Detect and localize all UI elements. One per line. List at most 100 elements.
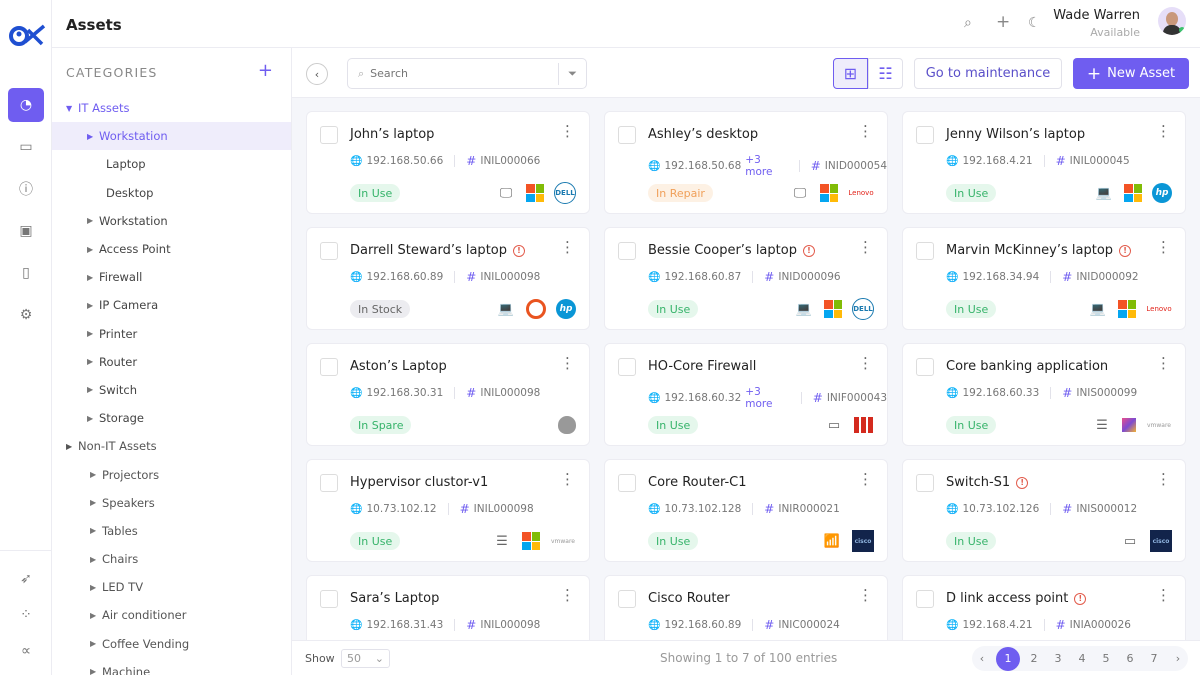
more-options-icon[interactable]: ⋮ xyxy=(858,122,873,140)
add-category-button[interactable]: + xyxy=(258,60,273,81)
category-item[interactable]: ▶ Non-IT Assets xyxy=(52,432,291,460)
asset-card[interactable]: Sara’s Laptop ⋮ 🌐 192.168.31.43 # INIL000098 xyxy=(306,575,590,640)
page-size-select[interactable]: 50 ⌄ xyxy=(341,649,390,668)
asset-card[interactable]: Darrell Steward’s laptop! ⋮ 🌐 192.168.60.89… xyxy=(306,227,590,330)
asset-title[interactable]: Aston’s Laptop xyxy=(350,359,447,374)
category-item[interactable]: ▶ Access Point xyxy=(52,235,291,263)
category-item[interactable]: ▶ Speakers xyxy=(52,489,291,517)
grid-view-button[interactable]: ⊞ xyxy=(833,58,868,89)
category-item[interactable]: ▶ Air conditioner xyxy=(52,601,291,629)
asset-title[interactable]: Darrell Steward’s laptop! xyxy=(350,243,525,258)
category-item[interactable]: ▶ Tables xyxy=(52,517,291,545)
asset-card[interactable]: Switch-S1! ⋮ 🌐 10.73.102.126 # INIS000012 In U… xyxy=(902,459,1186,562)
select-checkbox[interactable] xyxy=(320,474,338,492)
brand-small-icon[interactable]: ∝ xyxy=(8,634,44,668)
select-checkbox[interactable] xyxy=(618,126,636,144)
dashboard-icon[interactable]: ◔ xyxy=(8,88,44,122)
asset-card[interactable]: Ashley’s desktop ⋮ 🌐 192.168.50.68 +3 more # I… xyxy=(604,111,888,214)
select-checkbox[interactable] xyxy=(320,358,338,376)
select-checkbox[interactable] xyxy=(320,126,338,144)
asset-title[interactable]: Bessie Cooper’s laptop! xyxy=(648,243,815,258)
select-checkbox[interactable] xyxy=(916,474,934,492)
prev-page-button[interactable]: ‹ xyxy=(972,646,992,671)
page-button[interactable]: 1 xyxy=(996,646,1020,671)
more-options-icon[interactable]: ⋮ xyxy=(560,238,575,256)
asset-card[interactable]: Aston’s Laptop ⋮ 🌐 192.168.30.31 # INIL000098… xyxy=(306,343,590,446)
page-button[interactable]: 4 xyxy=(1072,646,1092,671)
new-asset-button[interactable]: + New Asset xyxy=(1073,58,1189,89)
category-item[interactable]: ▶ Coffee Vending xyxy=(52,630,291,658)
category-item[interactable]: ▶ Workstation xyxy=(52,207,291,235)
asset-title[interactable]: Jenny Wilson’s laptop xyxy=(946,127,1085,142)
select-checkbox[interactable] xyxy=(916,242,934,260)
search-input[interactable] xyxy=(370,67,551,80)
search-icon[interactable]: ⌕ xyxy=(964,15,972,31)
page-button[interactable]: 5 xyxy=(1096,646,1116,671)
collapse-sidebar-button[interactable]: ‹ xyxy=(306,63,328,85)
asset-card[interactable]: Core Router-C1 ⋮ 🌐 10.73.102.128 # INIR000021… xyxy=(604,459,888,562)
asset-card[interactable]: Cisco Router ⋮ 🌐 192.168.60.89 # INIC000024 xyxy=(604,575,888,640)
asset-card[interactable]: D link access point! ⋮ 🌐 192.168.4.21 # INIA0… xyxy=(902,575,1186,640)
table-view-button[interactable]: ☷ xyxy=(868,58,903,89)
more-ips-link[interactable]: +3 more xyxy=(745,154,788,178)
asset-card[interactable]: John’s laptop ⋮ 🌐 192.168.50.66 # INIL000066 I… xyxy=(306,111,590,214)
rocket-icon[interactable]: ➶ xyxy=(8,562,44,596)
category-item[interactable]: ▶ Machine xyxy=(52,658,291,675)
asset-card[interactable]: Bessie Cooper’s laptop! ⋮ 🌐 192.168.60.87 # I… xyxy=(604,227,888,330)
avatar[interactable] xyxy=(1158,7,1186,35)
category-item[interactable]: ▼ IT Assets xyxy=(52,94,291,122)
plus-icon[interactable]: + xyxy=(996,12,1010,32)
asset-title[interactable]: Sara’s Laptop xyxy=(350,591,439,606)
select-checkbox[interactable] xyxy=(618,590,636,608)
category-item[interactable]: ▶ Switch xyxy=(52,376,291,404)
category-item[interactable]: ▶ IP Camera xyxy=(52,291,291,319)
next-page-button[interactable]: › xyxy=(1168,646,1188,671)
page-button[interactable]: 7 xyxy=(1144,646,1164,671)
more-options-icon[interactable]: ⋮ xyxy=(858,354,873,372)
asset-title[interactable]: Core Router-C1 xyxy=(648,475,747,490)
category-item[interactable]: Laptop xyxy=(52,150,291,178)
more-options-icon[interactable]: ⋮ xyxy=(1156,586,1171,604)
alert-icon[interactable]: ⓘ xyxy=(8,172,44,206)
asset-card[interactable]: Marvin McKinney’s laptop! ⋮ 🌐 192.168.34.94… xyxy=(902,227,1186,330)
select-checkbox[interactable] xyxy=(320,242,338,260)
more-options-icon[interactable]: ⋮ xyxy=(1156,122,1171,140)
category-item[interactable]: ▶ Printer xyxy=(52,320,291,348)
asset-title[interactable]: Core banking application xyxy=(946,359,1108,374)
category-item[interactable]: ▶ Chairs xyxy=(52,545,291,573)
more-options-icon[interactable]: ⋮ xyxy=(1156,354,1171,372)
page-button[interactable]: 6 xyxy=(1120,646,1140,671)
more-options-icon[interactable]: ⋮ xyxy=(858,586,873,604)
asset-title[interactable]: Cisco Router xyxy=(648,591,730,606)
package-icon[interactable]: ▣ xyxy=(8,214,44,248)
asset-card[interactable]: Core banking application ⋮ 🌐 192.168.60.33 #… xyxy=(902,343,1186,446)
category-item[interactable]: ▶ Firewall xyxy=(52,263,291,291)
apps-grid-icon[interactable]: ⁘ xyxy=(8,598,44,632)
more-options-icon[interactable]: ⋮ xyxy=(858,238,873,256)
category-item[interactable]: ▶ Router xyxy=(52,348,291,376)
page-button[interactable]: 3 xyxy=(1048,646,1068,671)
more-options-icon[interactable]: ⋮ xyxy=(560,470,575,488)
more-options-icon[interactable]: ⋮ xyxy=(560,586,575,604)
category-item[interactable]: ▶ Storage xyxy=(52,404,291,432)
asset-title[interactable]: Hypervisor clustor-v1 xyxy=(350,475,488,490)
asset-title[interactable]: Switch-S1! xyxy=(946,475,1029,490)
go-to-maintenance-button[interactable]: Go to maintenance xyxy=(914,58,1062,89)
ticket-icon[interactable]: ▭ xyxy=(8,130,44,164)
more-ips-link[interactable]: +3 more xyxy=(745,386,790,410)
select-checkbox[interactable] xyxy=(916,358,934,376)
category-item[interactable]: ▶ Workstation xyxy=(52,122,291,151)
more-options-icon[interactable]: ⋮ xyxy=(1156,470,1171,488)
category-item[interactable]: ▶ LED TV xyxy=(52,573,291,601)
asset-title[interactable]: HO-Core Firewall xyxy=(648,359,756,374)
more-options-icon[interactable]: ⋮ xyxy=(1156,238,1171,256)
page-button[interactable]: 2 xyxy=(1024,646,1044,671)
more-options-icon[interactable]: ⋮ xyxy=(560,354,575,372)
asset-title[interactable]: D link access point! xyxy=(946,591,1087,606)
user-info[interactable]: Wade Warren Available xyxy=(1053,8,1140,39)
category-item[interactable]: ▶ Projectors xyxy=(52,460,291,488)
asset-title[interactable]: John’s laptop xyxy=(350,127,434,142)
select-checkbox[interactable] xyxy=(618,358,636,376)
moon-icon[interactable]: ☾ xyxy=(1028,15,1041,31)
select-checkbox[interactable] xyxy=(320,590,338,608)
